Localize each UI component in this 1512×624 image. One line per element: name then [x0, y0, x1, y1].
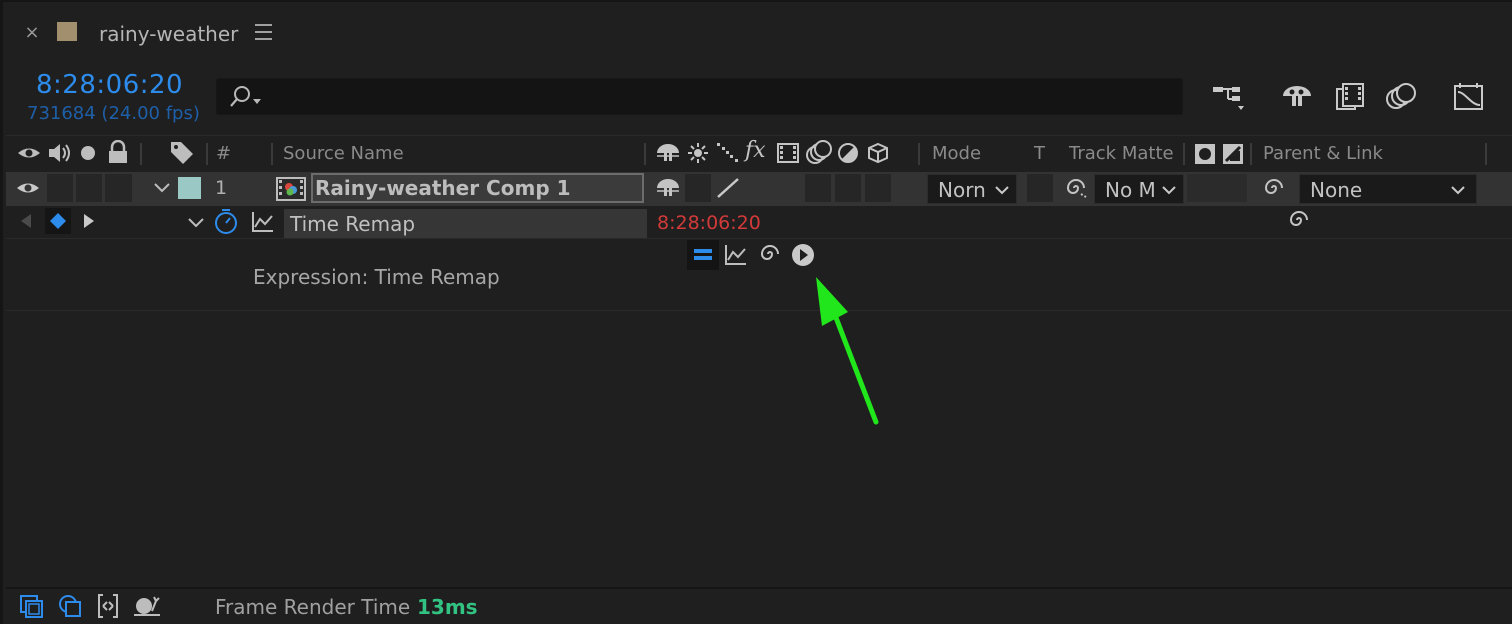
property-pick-whip-icon[interactable] [1286, 208, 1312, 232]
layer-name[interactable]: Rainy-weather Comp 1 [315, 175, 571, 201]
parent-pick-whip-icon[interactable] [1261, 176, 1287, 200]
property-expand-chevron-down-icon[interactable] [187, 216, 205, 230]
annotation-arrow [808, 272, 888, 427]
frame-blend-switch-icon [776, 142, 800, 164]
layer-number: 1 [215, 177, 228, 199]
graph-editor-set-icon[interactable] [250, 210, 276, 234]
mode-column-header[interactable]: Mode [932, 144, 981, 164]
expression-language-menu-icon[interactable] [791, 243, 815, 267]
layer-audio-toggle[interactable] [47, 174, 73, 202]
expression-enable-icon [694, 249, 712, 260]
render-time-pane-snail-icon[interactable] [132, 593, 162, 619]
property-value[interactable]: 8:28:06:20 [657, 211, 761, 235]
track-matte-value: No M [1105, 178, 1156, 202]
add-keyframe-button[interactable] [45, 208, 71, 234]
3d-layer-switch-icon [867, 142, 889, 164]
frame-render-time-label: Frame Render Time [215, 595, 411, 619]
layer-shy-switch-icon[interactable] [655, 177, 681, 199]
enable-expression-button[interactable] [687, 240, 719, 270]
composition-flowchart-icon[interactable] [1210, 79, 1246, 115]
stopwatch-icon[interactable] [212, 208, 240, 236]
composition-color-swatch [57, 22, 77, 41]
frame-blending-icon[interactable] [1333, 79, 1369, 115]
graph-editor-icon[interactable] [1451, 79, 1487, 115]
layer-label-color-swatch[interactable] [178, 177, 201, 199]
layer-quality-switch-icon[interactable] [715, 176, 741, 200]
effects-switch-fx-icon: fx [745, 138, 766, 163]
chevron-down-icon [1162, 186, 1176, 195]
preserve-transparency-column-header[interactable]: T [1034, 144, 1045, 164]
visibility-column-eye-icon [17, 144, 41, 162]
collapse-transformations-icon [687, 142, 709, 164]
expression-label: Expression: Time Remap [253, 265, 500, 289]
transfer-controls-pane-icon[interactable] [56, 592, 84, 620]
layer-lock-toggle[interactable] [105, 174, 132, 202]
parent-value: None [1310, 178, 1363, 202]
track-matte-dropdown[interactable]: No M [1094, 174, 1184, 204]
track-matte-pick-whip-icon[interactable] [1063, 176, 1089, 200]
number-column-header[interactable]: # [216, 144, 231, 164]
close-tab-button[interactable]: × [23, 22, 41, 44]
hamburger-menu-icon[interactable] [255, 24, 275, 44]
frame-count-display: 731684 (24.00 fps) [27, 103, 200, 124]
matte-alpha-icon [1194, 143, 1216, 165]
chevron-down-icon [995, 186, 1009, 195]
layer-visibility-eye-icon[interactable] [16, 179, 40, 197]
layer-adjustment-toggle[interactable] [835, 174, 861, 202]
layer-expand-chevron-down-icon[interactable] [153, 181, 171, 195]
property-name: Time Remap [290, 212, 416, 236]
next-keyframe-icon[interactable] [82, 213, 96, 229]
layer-mode-value: Norn [938, 178, 986, 202]
frame-render-time-value: 13ms [417, 595, 478, 619]
label-column-tag-icon [169, 140, 195, 166]
search-input[interactable] [216, 78, 1183, 115]
motion-blur-switch-icon [805, 139, 833, 165]
matte-invert-icon [1222, 143, 1244, 165]
expression-graph-icon[interactable] [723, 243, 749, 267]
previous-keyframe-icon[interactable] [19, 213, 33, 229]
in-out-duration-pane-icon[interactable] [94, 592, 122, 620]
shy-switch-icon [655, 142, 681, 164]
composition-tab-title[interactable]: rainy-weather [99, 20, 238, 48]
motion-blur-icon[interactable] [1383, 79, 1419, 115]
search-icon [227, 85, 265, 109]
preserve-transparency-toggle[interactable] [1027, 174, 1053, 202]
adjustment-layer-switch-icon [837, 142, 859, 164]
source-name-column-header[interactable]: Source Name [283, 144, 404, 164]
layer-solo-toggle[interactable] [76, 174, 102, 202]
layer-3d-toggle[interactable] [865, 174, 891, 202]
track-matte-column-header[interactable]: Track Matte [1069, 144, 1174, 164]
audio-column-speaker-icon [47, 141, 73, 165]
parent-dropdown[interactable]: None [1299, 174, 1477, 204]
current-time-display[interactable]: 8:28:06:20 [36, 69, 183, 101]
layer-mode-dropdown[interactable]: Norn [927, 174, 1017, 204]
layer-collapse-toggle[interactable] [685, 174, 711, 202]
quality-switch-icon [716, 142, 740, 164]
timeline-panel: × rainy-weather 8:28:06:20 731684 (24.00… [0, 0, 1512, 624]
lock-column-icon [107, 140, 129, 164]
layer-switches-pane-icon[interactable] [18, 593, 46, 621]
matte-options-cell[interactable] [1187, 174, 1247, 202]
solo-column-dot-icon [81, 146, 95, 160]
expression-pick-whip-icon[interactable] [757, 242, 783, 266]
composition-layer-icon [275, 175, 307, 203]
layer-motion-blur-toggle[interactable] [805, 174, 831, 202]
keyframe-diamond-icon [50, 213, 66, 229]
draft-3d-icon[interactable] [1279, 79, 1315, 115]
chevron-down-icon [1451, 186, 1465, 195]
parent-link-column-header[interactable]: Parent & Link [1263, 144, 1383, 164]
